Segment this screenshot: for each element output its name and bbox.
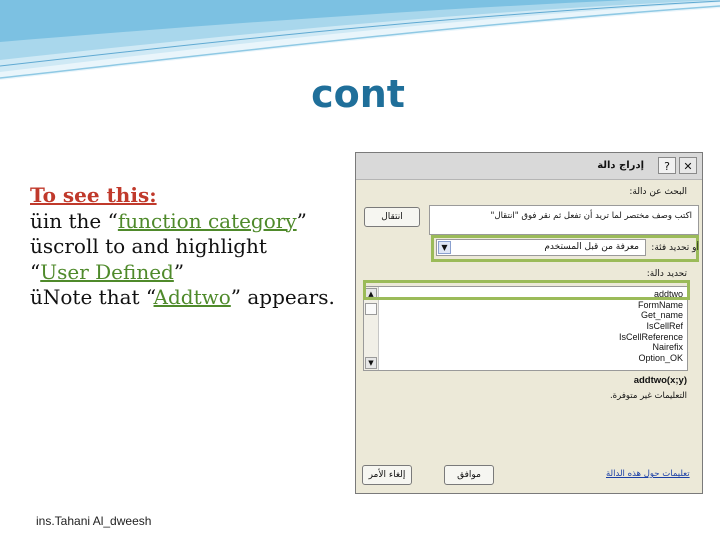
body-line-2: üin the “function category”: [30, 209, 355, 235]
ok-button[interactable]: موافق: [444, 465, 494, 485]
function-list-label: تحديد دالة:: [646, 269, 687, 279]
close-icon[interactable]: ✕: [679, 157, 697, 174]
selected-function-highlight: [363, 280, 690, 300]
body-keyword: User Defined: [40, 259, 174, 284]
body-text: üNote that “: [30, 285, 154, 309]
body-line-5: üNote that “Addtwo” appears.: [30, 285, 355, 311]
body-line-4: “User Defined”: [30, 260, 355, 286]
function-item[interactable]: Nairefix: [619, 342, 683, 353]
help-icon[interactable]: ?: [658, 157, 676, 174]
dialog-titlebar[interactable]: إدراج دالة ? ✕: [356, 153, 702, 180]
body-line-1: To see this:: [30, 183, 355, 209]
body-keyword: function category: [117, 208, 297, 233]
body-text: ”: [173, 259, 185, 284]
scroll-down-icon[interactable]: ▼: [365, 357, 377, 369]
function-item[interactable]: FormName: [619, 300, 683, 311]
search-input[interactable]: اكتب وصف مختصر لما تريد أن تفعل ثم نقر ف…: [429, 205, 699, 235]
cancel-button[interactable]: إلغاء الأمر: [362, 465, 412, 485]
body-text: “: [30, 259, 41, 284]
function-item[interactable]: IsCellRef: [619, 321, 683, 332]
footer-author: ins.Tahani Al_dweesh: [36, 514, 152, 528]
insert-function-dialog: إدراج دالة ? ✕ البحث عن دالة: اكتب وصف م…: [355, 152, 703, 494]
body-line-3: üscroll to and highlight: [30, 234, 355, 260]
chevron-down-icon[interactable]: ▼: [438, 241, 451, 254]
function-description: التعليمات غير متوفرة.: [609, 391, 687, 401]
function-syntax: addtwo(x;y): [633, 375, 687, 386]
function-item[interactable]: Get_name: [619, 310, 683, 321]
body-heading: To see this:: [30, 183, 157, 207]
category-label: أو تحديد فئة:: [651, 243, 699, 253]
function-item[interactable]: IsCellReference: [619, 332, 683, 343]
function-items: addtwo FormName Get_name IsCellRef IsCel…: [618, 289, 683, 364]
function-help-link[interactable]: تعليمات حول هذه الدالة: [606, 469, 690, 479]
go-button[interactable]: انتقال: [364, 207, 420, 227]
body-text: üscroll to and highlight: [30, 234, 267, 258]
category-selected-value: معرفة من قبل المستخدم: [544, 242, 639, 252]
function-item[interactable]: Option_OK: [619, 353, 683, 364]
body-keyword: Addtwo: [153, 285, 231, 309]
body-text: ”: [296, 208, 307, 233]
search-input-text: اكتب وصف مختصر لما تريد أن تفعل ثم نقر ف…: [490, 211, 692, 221]
search-label: البحث عن دالة:: [629, 187, 687, 197]
category-select[interactable]: ▼ معرفة من قبل المستخدم: [436, 239, 646, 256]
slide-body: To see this: üin the “function category”…: [30, 183, 355, 311]
dialog-title: إدراج دالة: [597, 160, 644, 171]
body-text: ” appears.: [230, 285, 335, 309]
scroll-thumb[interactable]: [365, 303, 377, 315]
slide-title: cont: [311, 72, 405, 116]
body-text: üin the “: [30, 208, 118, 233]
